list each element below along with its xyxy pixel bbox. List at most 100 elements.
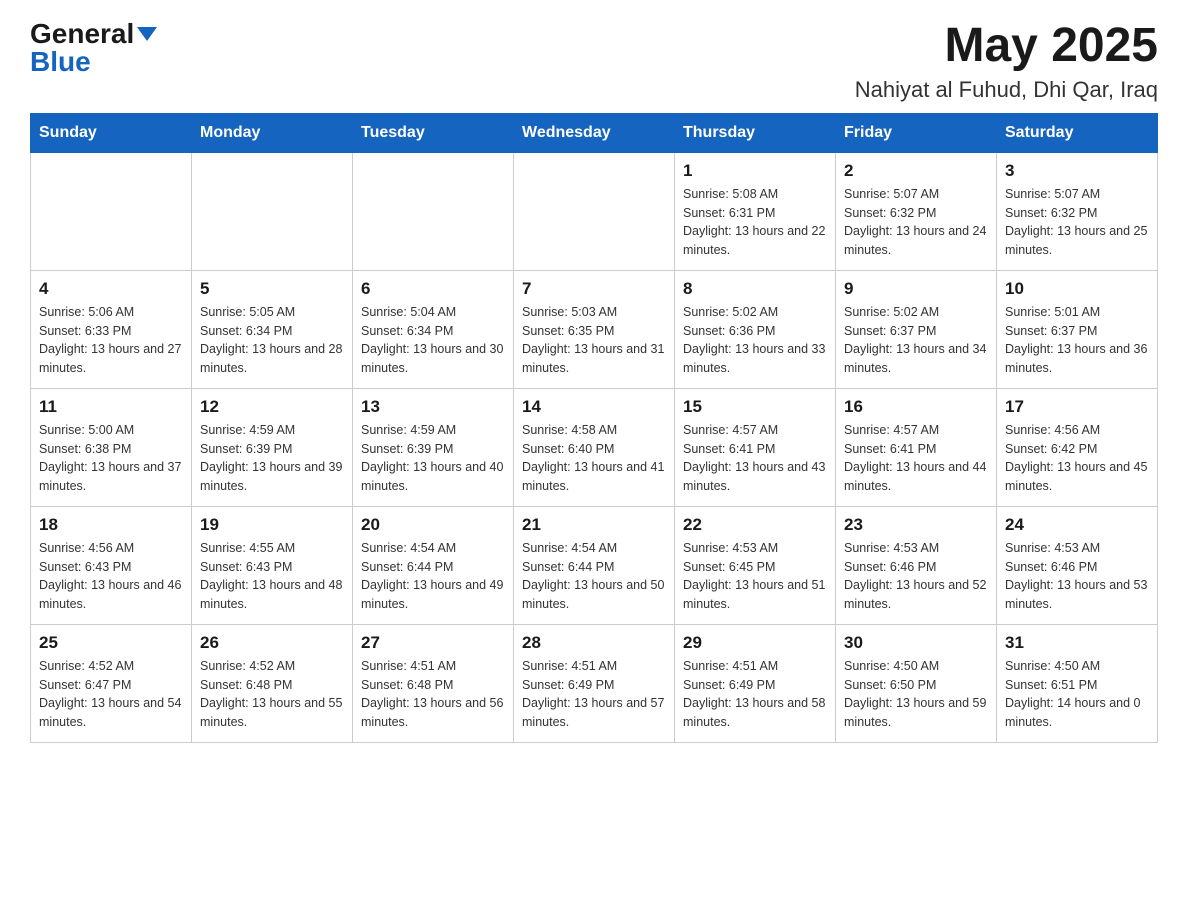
day-info: Sunrise: 4:52 AMSunset: 6:47 PMDaylight:… xyxy=(39,657,183,732)
calendar-cell: 19Sunrise: 4:55 AMSunset: 6:43 PMDayligh… xyxy=(192,506,353,624)
calendar-cell: 31Sunrise: 4:50 AMSunset: 6:51 PMDayligh… xyxy=(997,624,1158,742)
day-info: Sunrise: 4:51 AMSunset: 6:48 PMDaylight:… xyxy=(361,657,505,732)
day-info: Sunrise: 4:58 AMSunset: 6:40 PMDaylight:… xyxy=(522,421,666,496)
calendar-cell: 2 Sunrise: 5:07 AMSunset: 6:32 PMDaylight… xyxy=(836,152,997,270)
day-number: 20 xyxy=(361,515,505,535)
calendar-cell: 4 Sunrise: 5:06 AMSunset: 6:33 PMDaylight… xyxy=(31,270,192,388)
calendar-cell: 23 Sunrise: 4:53 AMSunset: 6:46 PMDayligh… xyxy=(836,506,997,624)
calendar-cell: 18 Sunrise: 4:56 AMSunset: 6:43 PMDayligh… xyxy=(31,506,192,624)
day-info: Sunrise: 5:00 AMSunset: 6:38 PMDaylight:… xyxy=(39,421,183,496)
day-info: Sunrise: 4:53 AMSunset: 6:46 PMDaylight:… xyxy=(1005,539,1149,614)
day-info: Sunrise: 5:07 AMSunset: 6:32 PMDaylight:… xyxy=(844,185,988,260)
day-info: Sunrise: 5:04 AMSunset: 6:34 PMDaylight:… xyxy=(361,303,505,378)
day-number: 17 xyxy=(1005,397,1149,417)
day-number: 8 xyxy=(683,279,827,299)
day-info: Sunrise: 4:52 AMSunset: 6:48 PMDaylight:… xyxy=(200,657,344,732)
day-number: 9 xyxy=(844,279,988,299)
calendar-week-5: 25Sunrise: 4:52 AMSunset: 6:47 PMDayligh… xyxy=(31,624,1158,742)
day-number: 18 xyxy=(39,515,183,535)
day-number: 27 xyxy=(361,633,505,653)
day-info: Sunrise: 5:06 AMSunset: 6:33 PMDaylight:… xyxy=(39,303,183,378)
calendar-week-2: 4 Sunrise: 5:06 AMSunset: 6:33 PMDaylight… xyxy=(31,270,1158,388)
calendar-cell: 8 Sunrise: 5:02 AMSunset: 6:36 PMDaylight… xyxy=(675,270,836,388)
calendar-cell: 7 Sunrise: 5:03 AMSunset: 6:35 PMDaylight… xyxy=(514,270,675,388)
logo: General Blue xyxy=(30,20,157,76)
day-info: Sunrise: 4:57 AMSunset: 6:41 PMDaylight:… xyxy=(844,421,988,496)
calendar-cell: 17 Sunrise: 4:56 AMSunset: 6:42 PMDayligh… xyxy=(997,388,1158,506)
calendar-cell: 15 Sunrise: 4:57 AMSunset: 6:41 PMDayligh… xyxy=(675,388,836,506)
day-number: 3 xyxy=(1005,161,1149,181)
weekday-header-monday: Monday xyxy=(192,113,353,152)
day-number: 30 xyxy=(844,633,988,653)
calendar-cell: 12 Sunrise: 4:59 AMSunset: 6:39 PMDayligh… xyxy=(192,388,353,506)
day-info: Sunrise: 4:53 AMSunset: 6:46 PMDaylight:… xyxy=(844,539,988,614)
calendar-cell: 10Sunrise: 5:01 AMSunset: 6:37 PMDayligh… xyxy=(997,270,1158,388)
calendar-week-1: 1 Sunrise: 5:08 AMSunset: 6:31 PMDaylight… xyxy=(31,152,1158,270)
day-info: Sunrise: 5:03 AMSunset: 6:35 PMDaylight:… xyxy=(522,303,666,378)
day-info: Sunrise: 4:51 AMSunset: 6:49 PMDaylight:… xyxy=(683,657,827,732)
weekday-header-thursday: Thursday xyxy=(675,113,836,152)
day-number: 26 xyxy=(200,633,344,653)
calendar-cell: 16 Sunrise: 4:57 AMSunset: 6:41 PMDayligh… xyxy=(836,388,997,506)
day-number: 7 xyxy=(522,279,666,299)
day-info: Sunrise: 4:57 AMSunset: 6:41 PMDaylight:… xyxy=(683,421,827,496)
day-number: 21 xyxy=(522,515,666,535)
day-number: 29 xyxy=(683,633,827,653)
day-number: 24 xyxy=(1005,515,1149,535)
calendar-cell: 21Sunrise: 4:54 AMSunset: 6:44 PMDayligh… xyxy=(514,506,675,624)
day-number: 2 xyxy=(844,161,988,181)
logo-triangle-icon xyxy=(137,27,157,41)
day-number: 1 xyxy=(683,161,827,181)
calendar-header: SundayMondayTuesdayWednesdayThursdayFrid… xyxy=(31,113,1158,152)
calendar-cell: 25Sunrise: 4:52 AMSunset: 6:47 PMDayligh… xyxy=(31,624,192,742)
calendar-cell xyxy=(192,152,353,270)
day-info: Sunrise: 4:56 AMSunset: 6:43 PMDaylight:… xyxy=(39,539,183,614)
calendar-cell: 5 Sunrise: 5:05 AMSunset: 6:34 PMDaylight… xyxy=(192,270,353,388)
logo-blue-text: Blue xyxy=(30,48,91,76)
weekday-header-friday: Friday xyxy=(836,113,997,152)
day-number: 13 xyxy=(361,397,505,417)
weekday-header-sunday: Sunday xyxy=(31,113,192,152)
calendar-cell: 20 Sunrise: 4:54 AMSunset: 6:44 PMDayligh… xyxy=(353,506,514,624)
calendar-cell: 13 Sunrise: 4:59 AMSunset: 6:39 PMDayligh… xyxy=(353,388,514,506)
calendar-cell: 26 Sunrise: 4:52 AMSunset: 6:48 PMDayligh… xyxy=(192,624,353,742)
day-number: 16 xyxy=(844,397,988,417)
calendar-cell: 1 Sunrise: 5:08 AMSunset: 6:31 PMDaylight… xyxy=(675,152,836,270)
calendar-week-3: 11 Sunrise: 5:00 AMSunset: 6:38 PMDayligh… xyxy=(31,388,1158,506)
day-info: Sunrise: 5:08 AMSunset: 6:31 PMDaylight:… xyxy=(683,185,827,260)
day-number: 4 xyxy=(39,279,183,299)
calendar-cell: 29 Sunrise: 4:51 AMSunset: 6:49 PMDayligh… xyxy=(675,624,836,742)
day-number: 5 xyxy=(200,279,344,299)
day-number: 11 xyxy=(39,397,183,417)
calendar-cell: 11 Sunrise: 5:00 AMSunset: 6:38 PMDayligh… xyxy=(31,388,192,506)
calendar-cell: 3 Sunrise: 5:07 AMSunset: 6:32 PMDaylight… xyxy=(997,152,1158,270)
day-info: Sunrise: 4:56 AMSunset: 6:42 PMDaylight:… xyxy=(1005,421,1149,496)
day-info: Sunrise: 4:59 AMSunset: 6:39 PMDaylight:… xyxy=(361,421,505,496)
day-info: Sunrise: 4:51 AMSunset: 6:49 PMDaylight:… xyxy=(522,657,666,732)
day-info: Sunrise: 4:50 AMSunset: 6:50 PMDaylight:… xyxy=(844,657,988,732)
calendar-cell xyxy=(31,152,192,270)
day-number: 12 xyxy=(200,397,344,417)
calendar-cell: 30 Sunrise: 4:50 AMSunset: 6:50 PMDayligh… xyxy=(836,624,997,742)
calendar-cell: 14 Sunrise: 4:58 AMSunset: 6:40 PMDayligh… xyxy=(514,388,675,506)
weekday-header-tuesday: Tuesday xyxy=(353,113,514,152)
day-number: 31 xyxy=(1005,633,1149,653)
month-title: May 2025 xyxy=(855,20,1158,73)
day-info: Sunrise: 5:05 AMSunset: 6:34 PMDaylight:… xyxy=(200,303,344,378)
day-number: 15 xyxy=(683,397,827,417)
logo-general-text: General xyxy=(30,20,134,48)
day-info: Sunrise: 5:02 AMSunset: 6:36 PMDaylight:… xyxy=(683,303,827,378)
day-number: 19 xyxy=(200,515,344,535)
calendar-cell: 28Sunrise: 4:51 AMSunset: 6:49 PMDayligh… xyxy=(514,624,675,742)
calendar-cell xyxy=(353,152,514,270)
day-number: 23 xyxy=(844,515,988,535)
day-number: 6 xyxy=(361,279,505,299)
day-info: Sunrise: 4:54 AMSunset: 6:44 PMDaylight:… xyxy=(361,539,505,614)
calendar-cell: 9Sunrise: 5:02 AMSunset: 6:37 PMDaylight… xyxy=(836,270,997,388)
location-title: Nahiyat al Fuhud, Dhi Qar, Iraq xyxy=(855,77,1158,103)
day-info: Sunrise: 5:07 AMSunset: 6:32 PMDaylight:… xyxy=(1005,185,1149,260)
day-number: 14 xyxy=(522,397,666,417)
day-info: Sunrise: 4:59 AMSunset: 6:39 PMDaylight:… xyxy=(200,421,344,496)
calendar-cell xyxy=(514,152,675,270)
calendar-cell: 6 Sunrise: 5:04 AMSunset: 6:34 PMDaylight… xyxy=(353,270,514,388)
